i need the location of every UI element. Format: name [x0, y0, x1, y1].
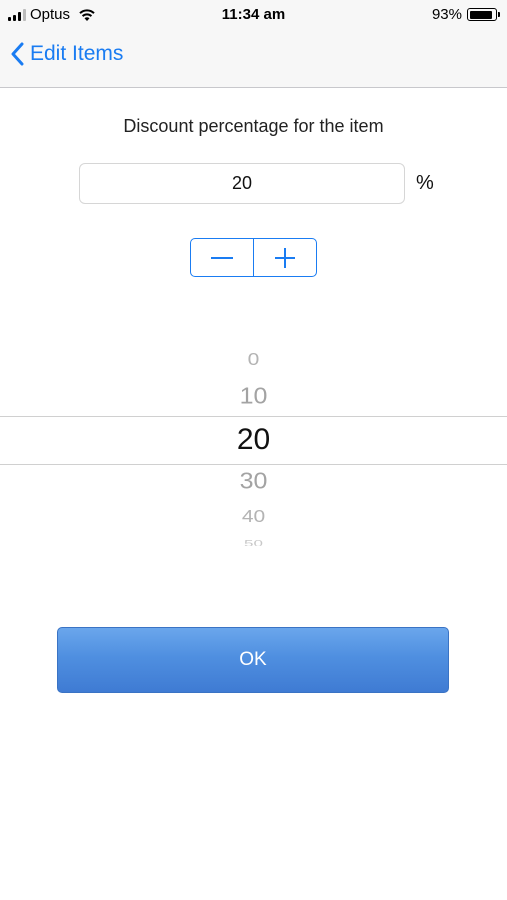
picker-option[interactable]: 40 [0, 507, 507, 527]
percentage-picker-wheel[interactable]: 0 10 20 30 40 50 [0, 340, 507, 560]
picker-option[interactable]: 10 [0, 383, 507, 410]
status-bar: Optus 11:34 am 93% [0, 0, 507, 30]
discount-prompt-label: Discount percentage for the item [123, 116, 384, 136]
chevron-left-icon [11, 42, 24, 66]
percent-unit-label: % [416, 172, 434, 194]
status-right: 93% [431, 6, 500, 23]
plus-icon [275, 247, 296, 268]
ok-button[interactable]: OK [57, 627, 449, 693]
status-time: 11:34 am [221, 6, 286, 23]
navigation-bar: Edit Items [0, 30, 507, 88]
picker-option[interactable]: 30 [0, 468, 507, 495]
picker-option-selected[interactable]: 20 [0, 423, 507, 457]
battery-percent: 93% [431, 6, 462, 23]
decrement-button[interactable] [191, 239, 253, 276]
battery-level-fill [469, 10, 492, 19]
increment-button[interactable] [254, 239, 316, 276]
battery-icon [467, 8, 500, 21]
minus-icon [210, 256, 233, 259]
discount-stepper [190, 238, 317, 277]
back-button-label: Edit Items [30, 42, 124, 65]
picker-option[interactable]: 50 [0, 538, 507, 546]
picker-option[interactable]: 0 [0, 350, 507, 370]
back-button[interactable]: Edit Items [10, 42, 123, 66]
discount-percentage-input[interactable] [79, 163, 405, 204]
